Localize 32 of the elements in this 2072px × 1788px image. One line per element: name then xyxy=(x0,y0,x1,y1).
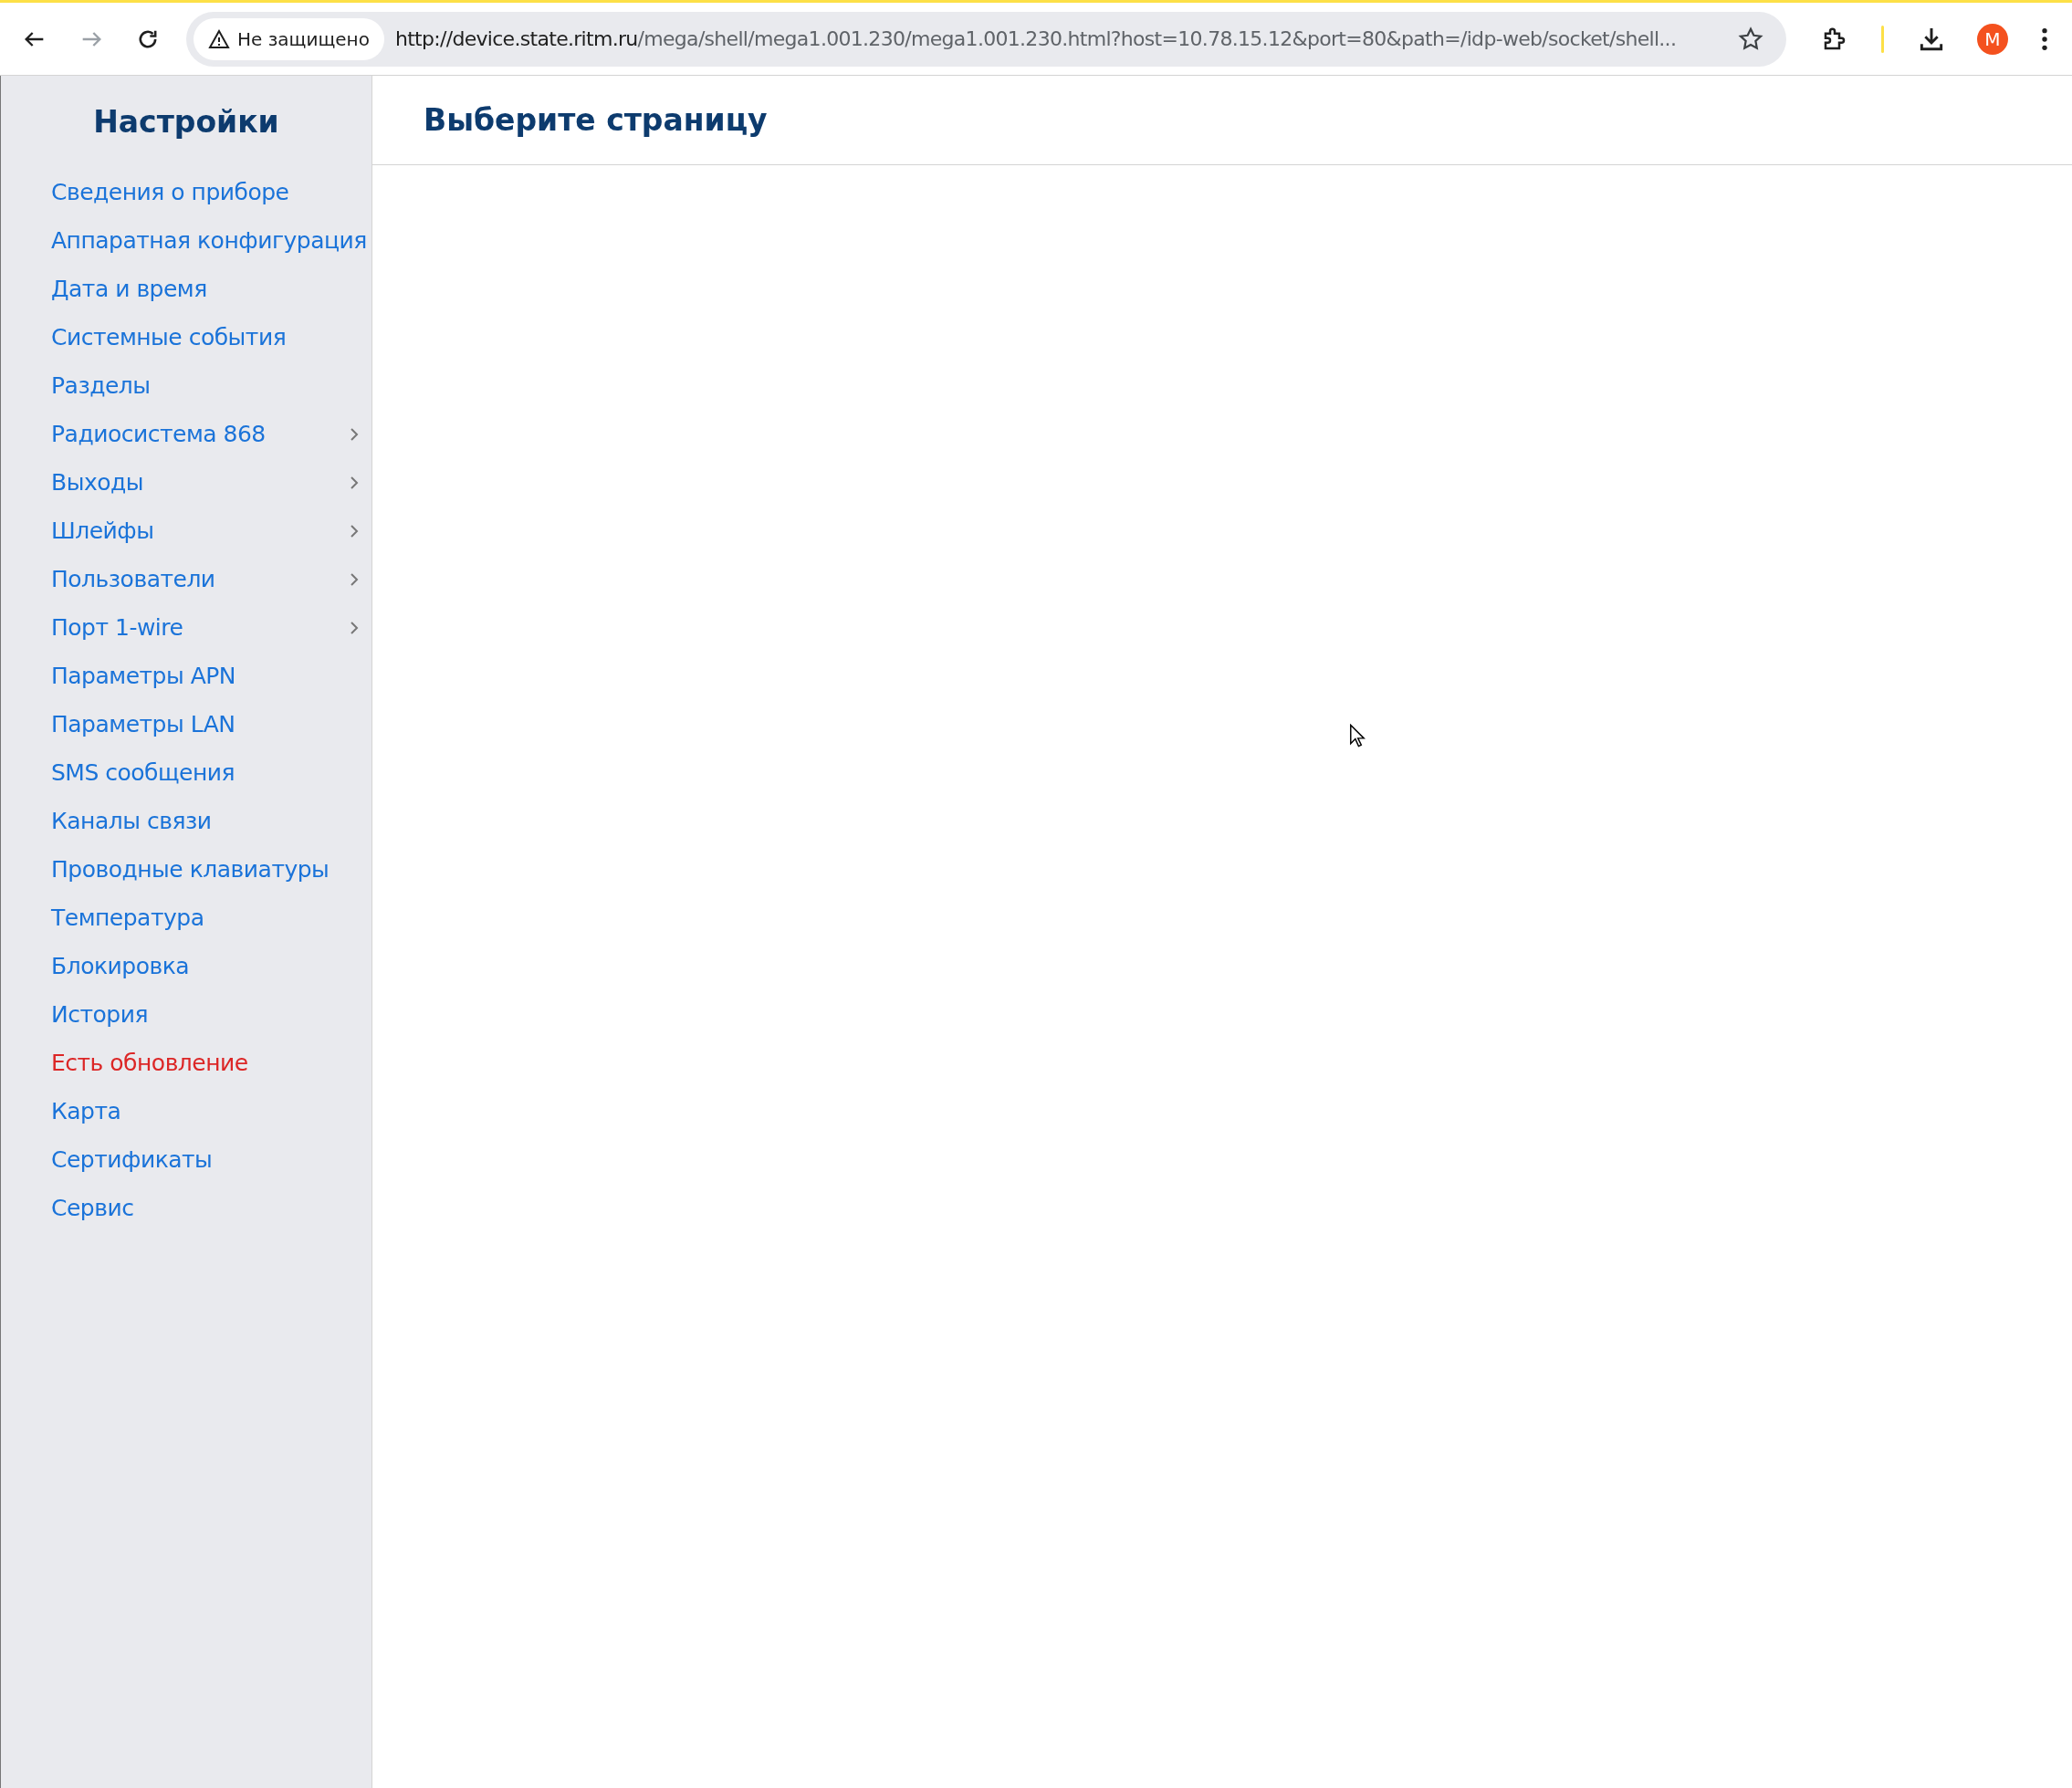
sidebar-link[interactable]: Проводные клавиатуры xyxy=(51,852,330,887)
sidebar-link[interactable]: Температура xyxy=(51,901,204,936)
sidebar-link[interactable]: Каналы связи xyxy=(51,804,212,839)
sidebar-link[interactable]: Сведения о приборе xyxy=(51,175,289,210)
sidebar-link[interactable]: Радиосистема 868 xyxy=(51,417,266,452)
sidebar-link[interactable]: Параметры LAN xyxy=(51,707,235,742)
sidebar-link[interactable]: Пользователи xyxy=(51,562,215,597)
sidebar-link[interactable]: Системные события xyxy=(51,320,287,355)
page-title: Выберите страницу xyxy=(424,100,768,140)
sidebar-link[interactable]: Есть обновление xyxy=(51,1046,248,1081)
sidebar-link[interactable]: Выходы xyxy=(51,465,143,500)
sidebar-link[interactable]: Аппаратная конфигурация xyxy=(51,224,367,258)
security-label: Не защищено xyxy=(237,26,370,52)
security-chip[interactable]: Не защищено xyxy=(194,17,384,60)
sidebar-link[interactable]: Параметры APN xyxy=(51,659,236,694)
address-bar[interactable]: Не защищено http://device.state.ritm.ru/mega/shell/mega1.001.230/mega1.001.230.html?host=10.78.15.12&port=80&path=/idp-web/socket/shell... xyxy=(186,11,1786,67)
sidebar-link[interactable]: Разделы xyxy=(51,369,151,403)
sidebar-title: Настройки xyxy=(92,103,280,141)
sidebar-link[interactable]: Порт 1-wire xyxy=(51,611,183,645)
sidebar-link[interactable]: Сервис xyxy=(51,1191,134,1226)
sidebar-link[interactable]: SMS сообщения xyxy=(51,756,235,790)
profile-avatar[interactable]: M xyxy=(1977,23,2008,55)
menu-icon[interactable] xyxy=(2041,26,2048,52)
url-text: http://device.state.ritm.ru/mega/shell/mega1.001.230/mega1.001.230.html?host=10.78.15.12&port=80&path=/idp-web/socket/shell... xyxy=(394,26,1677,52)
sidebar-link[interactable]: Карта xyxy=(51,1094,121,1129)
sidebar-link[interactable]: Сертификаты xyxy=(51,1143,213,1177)
cursor-icon xyxy=(1349,724,1366,748)
warning-icon xyxy=(208,27,230,50)
sidebar-link[interactable]: Дата и время xyxy=(51,272,207,307)
sidebar-link[interactable]: Шлейфы xyxy=(51,514,154,549)
sidebar-link[interactable]: История xyxy=(51,998,148,1032)
sidebar-link[interactable]: Блокировка xyxy=(51,949,190,984)
